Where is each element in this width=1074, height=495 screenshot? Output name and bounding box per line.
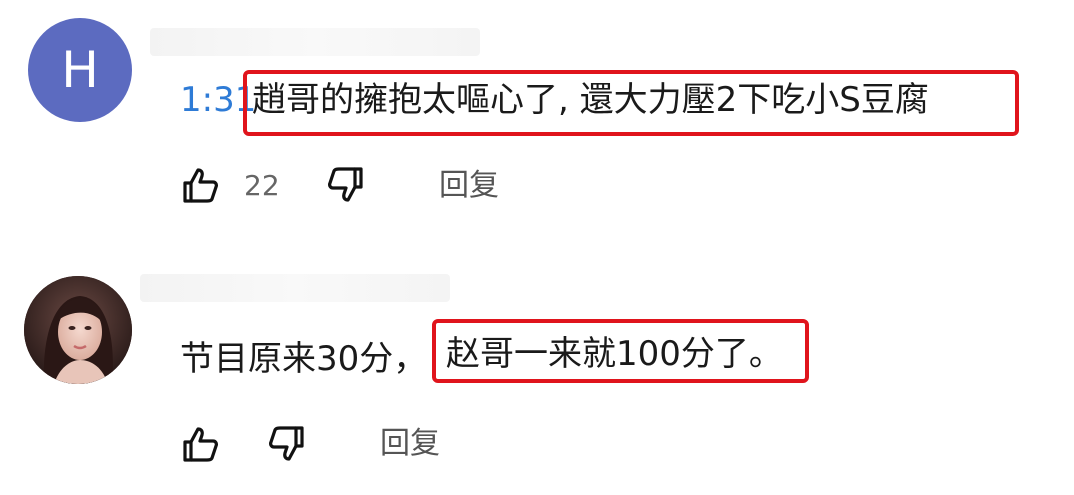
- author-name[interactable]: [140, 274, 450, 302]
- comment-item: 节目原来30分， 赵哥一来就100分了。 回复: [0, 250, 1074, 495]
- thumbs-down-icon[interactable]: [267, 424, 307, 464]
- comment-text: 节目原来30分，: [180, 339, 428, 379]
- comment-text-highlighted: 赵哥一来就100分了。: [446, 334, 783, 374]
- avatar-photo-image: [24, 276, 132, 384]
- comments-page: H 1:31 趙哥的擁抱太嘔心了, 還大力壓2下吃小S豆腐 22 回复 节目原来…: [0, 0, 1074, 495]
- comment-item: H 1:31 趙哥的擁抱太嘔心了, 還大力壓2下吃小S豆腐 22 回复: [0, 0, 1074, 250]
- author-name[interactable]: [150, 28, 480, 56]
- thumbs-up-icon[interactable]: [180, 424, 220, 464]
- thumbs-up-icon[interactable]: [180, 165, 220, 205]
- reply-button[interactable]: 回复: [439, 168, 499, 204]
- like-count: 22: [244, 169, 280, 202]
- avatar[interactable]: [24, 276, 132, 384]
- comment-text: 趙哥的擁抱太嘔心了, 還大力壓2下吃小S豆腐: [252, 80, 929, 120]
- reply-button[interactable]: 回复: [380, 426, 440, 462]
- avatar[interactable]: H: [28, 18, 132, 122]
- thumbs-down-icon[interactable]: [326, 165, 366, 205]
